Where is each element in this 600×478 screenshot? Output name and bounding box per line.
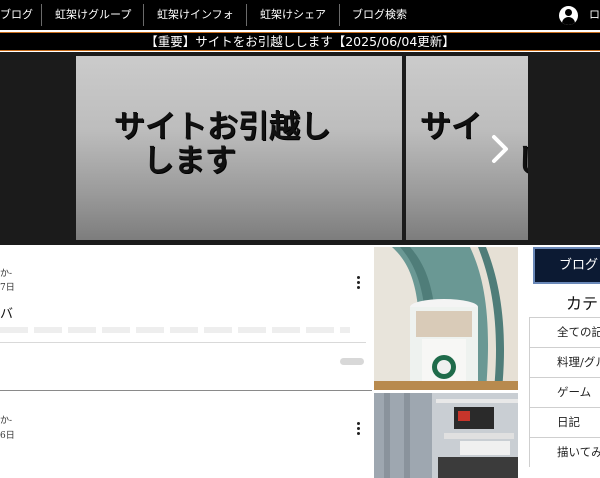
post-card[interactable]: か‐ 7日 バ (0, 247, 374, 390)
kebab-dot (357, 432, 360, 435)
slide-next-title-line1: サイ (420, 109, 482, 145)
slide-title-line2: します (143, 143, 236, 179)
post-thumbnail[interactable] (374, 247, 518, 390)
nav-item-search[interactable]: ブログ検索 (352, 0, 407, 30)
kebab-dot (357, 422, 360, 425)
blog-button[interactable]: ブログ (533, 247, 600, 284)
slide-current[interactable]: サイトお引越し します (76, 56, 402, 240)
image-slider: サイトお引越し します サイ し (0, 52, 600, 245)
kebab-menu-icon[interactable] (357, 422, 360, 437)
notice-text[interactable]: 【重要】サイトをお引越しします【2025/06/04更新】 (0, 33, 600, 50)
post-divider (0, 342, 366, 343)
post-stats-placeholder (340, 358, 364, 365)
kebab-dot (357, 281, 360, 284)
user-icon[interactable] (559, 6, 578, 25)
kebab-dot (357, 427, 360, 430)
post-excerpt (0, 327, 350, 333)
post-date: 6日 (0, 431, 15, 441)
nav-item-info[interactable]: 虹架けインフォ (157, 0, 234, 30)
post-card[interactable]: か‐ 6日 (0, 393, 374, 478)
login-link[interactable]: ロ (589, 0, 600, 30)
slide-title-line1: サイトお引越し (114, 109, 331, 145)
kebab-dot (357, 286, 360, 289)
kebab-menu-icon[interactable] (357, 276, 360, 291)
nav-separator (339, 4, 340, 26)
user-icon-body (562, 17, 575, 25)
drink-photo (374, 247, 518, 390)
chevron-right-icon[interactable] (487, 132, 513, 166)
category-item-all[interactable]: 全ての記 (529, 317, 600, 347)
user-icon-head (565, 9, 572, 16)
category-item-diary[interactable]: 日記 (529, 407, 600, 437)
post-author[interactable]: か‐ (0, 413, 12, 426)
room-photo (374, 393, 518, 478)
post-date: 7日 (0, 283, 15, 293)
nav-separator (41, 4, 42, 26)
notice-bar[interactable]: 【重要】サイトをお引越しします【2025/06/04更新】 (0, 32, 600, 51)
category-item-game[interactable]: ゲーム (529, 377, 600, 407)
post-author[interactable]: か‐ (0, 266, 12, 279)
category-item-drawing[interactable]: 描いてみ (529, 437, 600, 467)
kebab-dot (357, 276, 360, 279)
category-item-cooking[interactable]: 料理/グル (529, 347, 600, 377)
slide-next-title-line2: し (516, 144, 528, 179)
post-thumbnail[interactable] (374, 393, 518, 478)
nav-separator (246, 4, 247, 26)
post-separator (0, 390, 372, 391)
category-heading: カテ (566, 294, 599, 313)
nav-item-share[interactable]: 虹架けシェア (260, 0, 326, 30)
nav-item-blog[interactable]: ブログ (0, 0, 33, 30)
nav-item-group[interactable]: 虹架けグループ (55, 0, 131, 30)
nav-separator (143, 4, 144, 26)
category-list: 全ての記 料理/グル ゲーム 日記 描いてみ (529, 317, 600, 467)
top-navigation: ブログ 虹架けグループ 虹架けインフォ 虹架けシェア ブログ検索 ロ (0, 0, 600, 30)
post-title[interactable]: バ (0, 303, 13, 322)
